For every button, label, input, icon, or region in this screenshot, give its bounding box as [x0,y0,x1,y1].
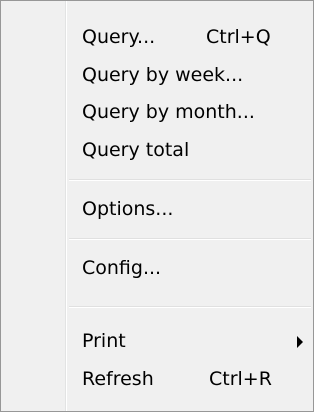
menu-item-label: Options... [82,198,174,220]
menu-item-label: Print [82,330,126,352]
menu-item-query-by-week[interactable]: Query by week... [3,57,311,95]
menu-item-query[interactable]: Query... Ctrl+Q [3,19,311,57]
menu-separator [69,179,311,181]
menu-item-label: Refresh [82,368,154,390]
menu-item-label: Query by week... [82,64,244,86]
menu-item-label: Config... [82,257,162,279]
menu-item-print[interactable]: Print [3,323,311,361]
menu-separator [69,238,311,240]
submenu-arrow-icon [297,336,303,348]
menu-item-query-total[interactable]: Query total [3,132,311,170]
menu-item-label: Query... [82,26,156,48]
menu-item-label: Query total [82,139,190,161]
menu-item-shortcut: Ctrl+R [209,368,272,390]
menu-item-label: Query by month... [82,101,255,123]
context-menu: Query... Ctrl+Q Query by week... Query b… [0,0,314,412]
menu-item-options[interactable]: Options... [3,191,311,229]
menu-item-config[interactable]: Config... [3,250,311,288]
menu-separator [69,306,311,308]
menu-item-query-by-month[interactable]: Query by month... [3,94,311,132]
menu-item-shortcut: Ctrl+Q [206,26,271,48]
menu-item-refresh[interactable]: Refresh Ctrl+R [3,361,311,399]
